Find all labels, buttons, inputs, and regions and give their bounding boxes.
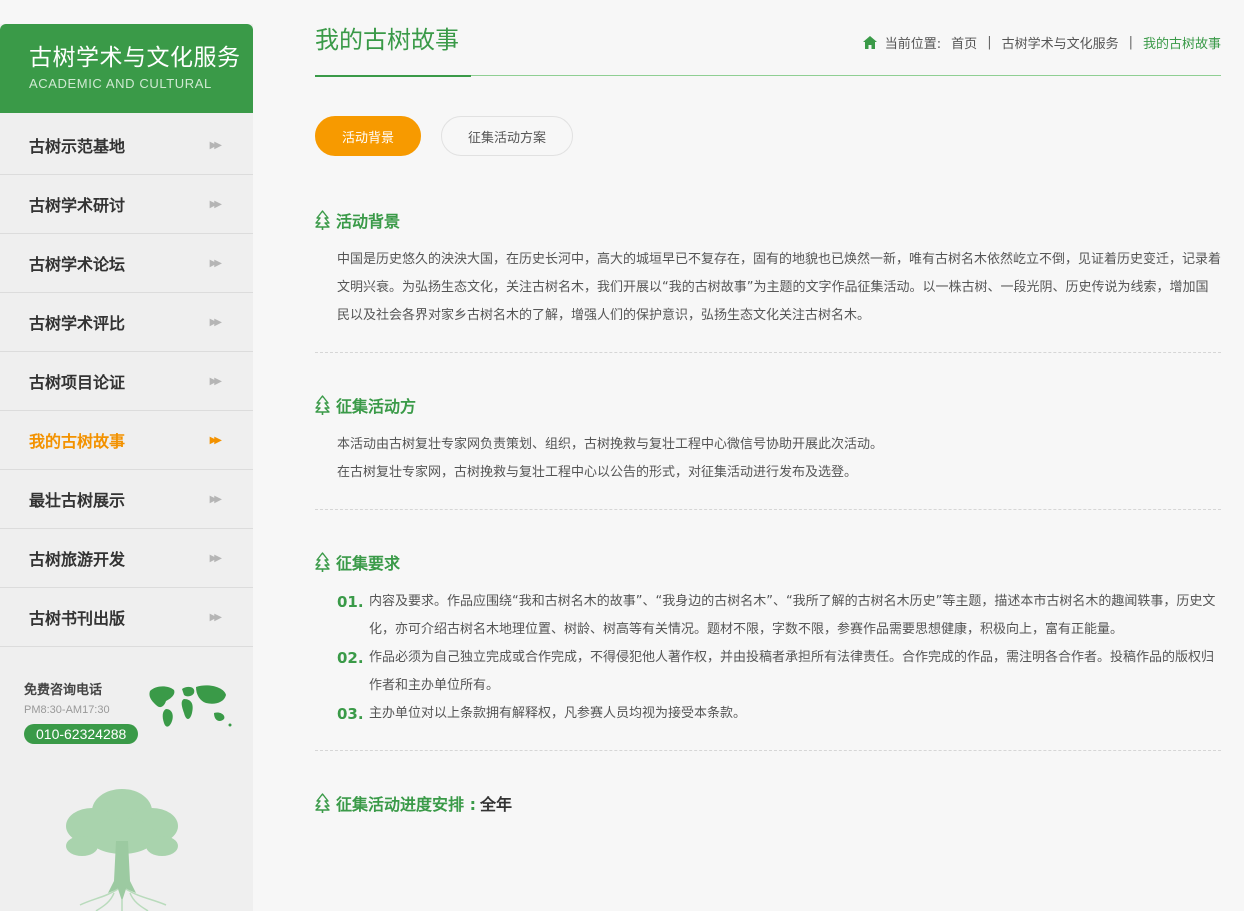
- double-arrow-icon: ▶▶: [209, 139, 223, 151]
- tree-icon: [315, 552, 330, 572]
- main-content: 我的古树故事 当前位置: 首页 | 古树学术与文化服务 | 我的古树故事 活动背…: [315, 0, 1221, 815]
- double-arrow-icon: ▶▶: [209, 552, 223, 564]
- sidebar-item-label: 古树学术论坛: [29, 255, 126, 274]
- breadcrumb-home-link[interactable]: 首页: [951, 33, 977, 52]
- sidebar-item-publishing[interactable]: 古树书刊出版 ▶▶: [0, 588, 253, 647]
- double-arrow-icon: ▶▶: [209, 198, 223, 210]
- sidebar-item-seminar[interactable]: 古树学术研讨 ▶▶: [0, 175, 253, 234]
- tab-background[interactable]: 活动背景: [315, 116, 422, 156]
- phone-badge[interactable]: 010-62324288: [24, 724, 139, 744]
- section-title: 活动背景: [315, 208, 1221, 232]
- sidebar-subtitle: ACADEMIC AND CULTURAL: [29, 76, 212, 91]
- world-map-icon: [149, 685, 232, 727]
- section-title-text: 征集活动进度安排 :: [336, 795, 476, 814]
- home-icon: [862, 36, 877, 49]
- sidebar-item-showcase[interactable]: 最壮古树展示 ▶▶: [0, 470, 253, 529]
- section-organizer: 征集活动方 本活动由古树复壮专家网负责策划、组织，古树挽救与复壮工程中心微信号协…: [315, 393, 1221, 510]
- section-title-text: 活动背景: [336, 212, 401, 231]
- requirement-item: 01. 内容及要求。作品应围绕“我和古树名木的故事”、“我身边的古树名木”、“我…: [315, 588, 1221, 644]
- requirement-number: 03.: [337, 705, 364, 723]
- tab-bar: 活动背景 征集活动方案: [315, 116, 1221, 156]
- section-title-text: 征集要求: [336, 554, 401, 573]
- page-title: 我的古树故事: [315, 26, 459, 54]
- organizer-line-2: 在古树复壮专家网，古树挽救与复壮工程中心以公告的形式，对征集活动进行发布及选登。: [337, 465, 858, 480]
- section-title-text: 征集活动方: [336, 397, 417, 416]
- requirement-text: 内容及要求。作品应围绕“我和古树名木的故事”、“我身边的古树名木”、“我所了解的…: [369, 594, 1216, 637]
- sidebar-item-demo-base[interactable]: 古树示范基地 ▶▶: [0, 116, 253, 175]
- section-title: 征集要求: [315, 550, 1221, 574]
- sidebar-item-my-story[interactable]: 我的古树故事 ▶▶: [0, 411, 253, 470]
- sidebar-menu: 古树示范基地 ▶▶ 古树学术研讨 ▶▶ 古树学术论坛 ▶▶ 古树学术评比 ▶▶ …: [0, 116, 253, 647]
- sidebar-item-tourism[interactable]: 古树旅游开发 ▶▶: [0, 529, 253, 588]
- sidebar: 古树学术与文化服务 ACADEMIC AND CULTURAL 古树示范基地 ▶…: [0, 24, 253, 911]
- double-arrow-icon: ▶▶: [209, 493, 223, 505]
- section-title: 征集活动进度安排 : 全年: [315, 791, 1221, 815]
- section-requirements: 征集要求 01. 内容及要求。作品应围绕“我和古树名木的故事”、“我身边的古树名…: [315, 550, 1221, 751]
- schedule-value: 全年: [479, 795, 512, 814]
- breadcrumb-prefix: 当前位置:: [884, 37, 942, 52]
- breadcrumb-current[interactable]: 我的古树故事: [1143, 33, 1221, 52]
- section-title: 征集活动方: [315, 393, 1221, 417]
- sidebar-title: 古树学术与文化服务: [29, 45, 241, 71]
- tree-icon: [315, 793, 330, 813]
- breadcrumb-separator: |: [987, 35, 992, 50]
- requirement-number: 01.: [337, 593, 364, 611]
- double-arrow-icon: ▶▶: [209, 434, 223, 446]
- sidebar-item-label: 古树书刊出版: [29, 609, 126, 628]
- double-arrow-icon: ▶▶: [209, 611, 223, 623]
- sidebar-item-label: 古树项目论证: [29, 373, 126, 392]
- sidebar-header: 古树学术与文化服务 ACADEMIC AND CULTURAL: [0, 24, 253, 113]
- requirement-text: 作品必须为自己独立完成或合作完成，不得侵犯他人著作权，并由投稿者承担所有法律责任…: [369, 650, 1215, 693]
- sidebar-item-label: 古树示范基地: [29, 137, 126, 156]
- sidebar-item-forum[interactable]: 古树学术论坛 ▶▶: [0, 234, 253, 293]
- sidebar-item-label: 最壮古树展示: [29, 491, 126, 510]
- tab-plan[interactable]: 征集活动方案: [441, 116, 574, 156]
- tree-illustration: [66, 789, 178, 911]
- sidebar-item-label: 古树学术研讨: [29, 196, 126, 215]
- requirement-item: 02. 作品必须为自己独立完成或合作完成，不得侵犯他人著作权，并由投稿者承担所有…: [315, 644, 1221, 700]
- tree-icon: [315, 395, 330, 415]
- breadcrumb: 当前位置: 首页 | 古树学术与文化服务 | 我的古树故事: [862, 33, 1221, 52]
- double-arrow-icon: ▶▶: [209, 316, 223, 328]
- organizer-line-1: 本活动由古树复壮专家网负责策划、组织，古树挽救与复壮工程中心微信号协助开展此次活…: [337, 437, 884, 452]
- breadcrumb-separator: |: [1128, 35, 1133, 50]
- sidebar-item-label: 古树旅游开发: [29, 550, 126, 569]
- requirement-number: 02.: [337, 649, 364, 667]
- sidebar-item-label: 我的古树故事: [29, 432, 126, 451]
- contact-box: 免费咨询电话 PM8:30-AM17:30 010-62324288: [0, 647, 253, 767]
- sidebar-item-label: 古树学术评比: [29, 314, 126, 333]
- requirement-item: 03. 主办单位对以上条款拥有解释权，凡参赛人员均视为接受本条款。: [315, 700, 1221, 728]
- sidebar-item-evaluation[interactable]: 古树学术评比 ▶▶: [0, 293, 253, 352]
- section-background: 活动背景 中国是历史悠久的泱泱大国，在历史长河中，高大的城垣早已不复存在，固有的…: [315, 208, 1221, 353]
- background-text: 中国是历史悠久的泱泱大国，在历史长河中，高大的城垣早已不复存在，固有的地貌也已焕…: [337, 252, 1222, 323]
- requirement-text: 主办单位对以上条款拥有解释权，凡参赛人员均视为接受本条款。: [369, 706, 747, 721]
- tree-icon: [315, 210, 330, 230]
- breadcrumb-category-link[interactable]: 古树学术与文化服务: [1002, 33, 1119, 52]
- section-schedule: 征集活动进度安排 : 全年: [315, 791, 1221, 815]
- double-arrow-icon: ▶▶: [209, 375, 223, 387]
- sidebar-item-project[interactable]: 古树项目论证 ▶▶: [0, 352, 253, 411]
- page-header: 我的古树故事 当前位置: 首页 | 古树学术与文化服务 | 我的古树故事: [315, 0, 1221, 77]
- double-arrow-icon: ▶▶: [209, 257, 223, 269]
